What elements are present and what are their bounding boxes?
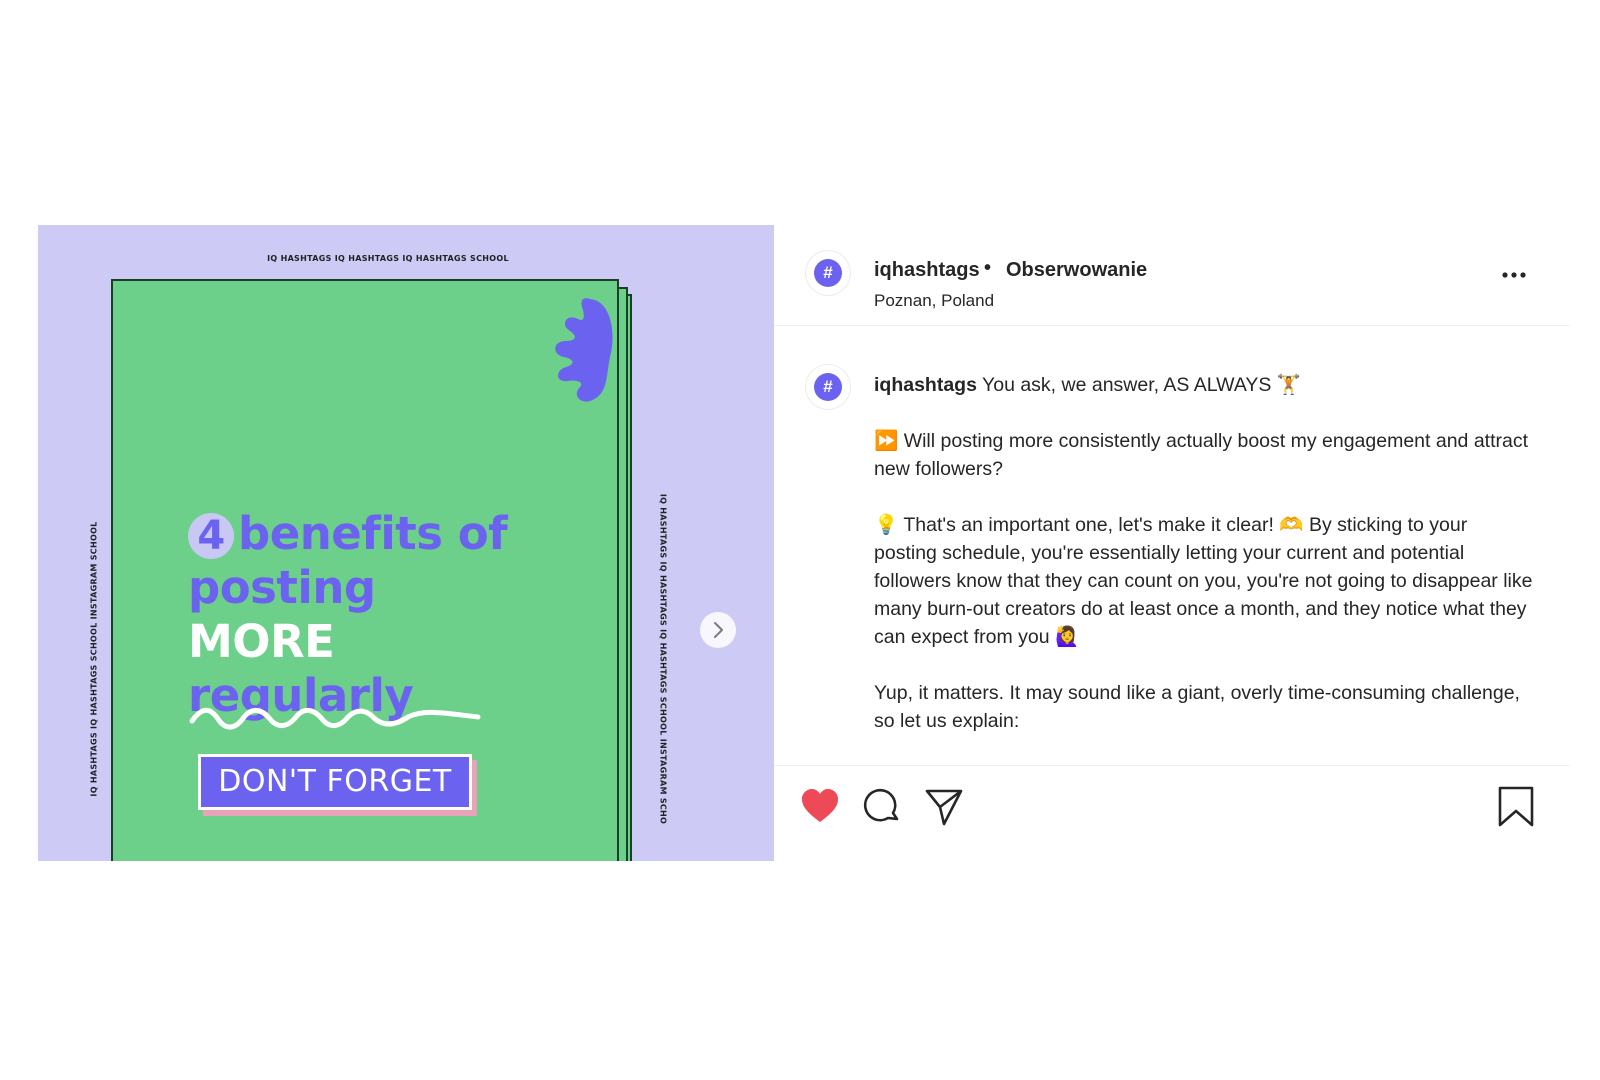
save-button[interactable] — [1494, 785, 1538, 829]
post-side-panel: # iqhashtags • Obserwowanie Poznan, Pola… — [774, 225, 1570, 861]
carousel-next-button[interactable] — [700, 612, 736, 648]
purple-blob-graphic — [555, 298, 613, 402]
header-divider — [774, 325, 1570, 326]
comment-button[interactable] — [860, 785, 904, 829]
more-options-icon — [1502, 272, 1526, 278]
hashtag-logo-icon: # — [814, 373, 842, 401]
heart-filled-icon — [802, 789, 838, 822]
caption-paragraph-3: 💡 That's an important one, let's make it… — [874, 514, 1533, 648]
image-strip-top: IQ HASHTAGS IQ HASHTAGS IQ HASHTAGS SCHO… — [267, 254, 509, 263]
actions-divider — [774, 765, 1570, 766]
caption-username[interactable]: iqhashtags — [874, 374, 977, 396]
header-location[interactable]: Poznan, Poland — [874, 291, 994, 311]
header-username[interactable]: iqhashtags — [874, 259, 980, 282]
bookmark-icon — [1498, 786, 1534, 827]
headline-line-1: benefits of — [238, 507, 508, 560]
more-options-button[interactable] — [1494, 263, 1534, 287]
following-button[interactable]: Obserwowanie — [1006, 259, 1147, 282]
caption-line-1: You ask, we answer, AS ALWAYS 🏋 — [982, 374, 1302, 396]
instagram-post: IQ HASHTAGS IQ HASHTAGS IQ HASHTAGS SCHO… — [38, 225, 1570, 861]
caption-avatar[interactable]: # — [806, 365, 850, 409]
hashtag-logo-icon: # — [814, 259, 842, 287]
dont-forget-badge: DON'T FORGET — [198, 754, 472, 810]
post-actions-bar — [774, 785, 1570, 845]
share-icon — [925, 789, 963, 826]
header-avatar[interactable]: # — [806, 251, 850, 295]
squiggle-underline-graphic — [189, 707, 481, 730]
headline-line-3: MORE — [188, 615, 335, 668]
caption-paragraph-2: ⏩ Will posting more consistently actuall… — [874, 430, 1529, 480]
share-button[interactable] — [922, 785, 966, 829]
post-image[interactable]: IQ HASHTAGS IQ HASHTAGS IQ HASHTAGS SCHO… — [38, 225, 774, 861]
image-headline: 4 benefits of posting MORE regularly — [188, 507, 508, 723]
header-separator: • — [984, 257, 992, 279]
comment-icon — [863, 788, 899, 822]
headline-line-2: posting — [188, 561, 376, 614]
image-strip-right: IQ HASHTAGS IQ HASHTAGS IQ HASHTAGS SCHO… — [658, 493, 668, 825]
headline-number-badge: 4 — [188, 513, 234, 559]
like-button[interactable] — [798, 785, 842, 829]
caption-paragraph-4: Yup, it matters. It may sound like a gia… — [874, 682, 1520, 732]
post-caption: iqhashtags You ask, we answer, AS ALWAYS… — [874, 371, 1534, 763]
image-strip-left: IQ HASHTAGS IQ HASHTAGS SCHOOL INSTAGRAM… — [89, 521, 99, 797]
chevron-right-icon — [714, 622, 723, 638]
